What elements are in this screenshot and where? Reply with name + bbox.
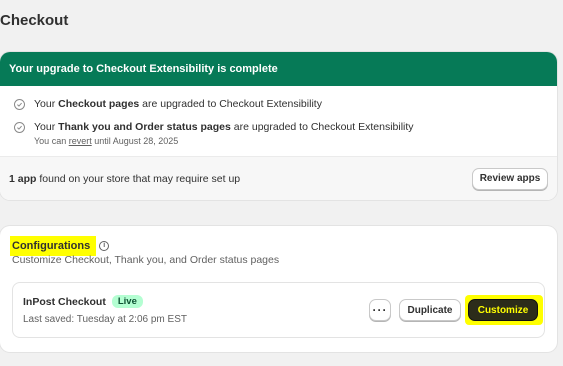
checkout-configuration-item: InPost Checkout Live Last saved: Tuesday…	[12, 282, 545, 338]
upgrade-item-text: Your Thank you and Order status pages ar…	[34, 121, 414, 133]
revert-note: You can revert until August 28, 2025	[34, 136, 179, 146]
customize-highlight: Customize	[465, 295, 543, 325]
more-actions-button[interactable]: ···	[369, 299, 391, 321]
info-icon[interactable]: i	[99, 241, 110, 251]
revert-link[interactable]: revert	[69, 136, 92, 146]
check-circle-icon	[14, 122, 25, 133]
check-circle-icon	[14, 99, 25, 110]
page-title: Checkout	[0, 12, 69, 29]
status-badge: Live	[111, 295, 143, 308]
configurations-heading: Configurations i	[10, 236, 110, 256]
configurations-title: Configurations	[10, 236, 97, 256]
upgrade-item-thank-you: Your Thank you and Order status pages ar…	[14, 121, 414, 146]
apps-notice-text: 1 app found on your store that may requi…	[9, 172, 241, 185]
last-saved-text: Last saved: Tuesday at 2:06 pm EST	[23, 314, 187, 325]
review-apps-button[interactable]: Review apps	[472, 167, 548, 190]
checkout-name: InPost Checkout	[23, 295, 106, 308]
upgrade-item-text: Your Checkout pages are upgraded to Chec…	[34, 98, 322, 110]
configurations-card: Configurations i Customize Checkout, Tha…	[0, 226, 557, 352]
configurations-description: Customize Checkout, Thank you, and Order…	[12, 254, 280, 266]
apps-notice-row: 1 app found on your store that may requi…	[0, 156, 557, 200]
customize-button[interactable]: Customize	[468, 299, 538, 321]
upgrade-item-checkout: Your Checkout pages are upgraded to Chec…	[14, 98, 322, 110]
upgrade-status-card: Your upgrade to Checkout Extensibility i…	[0, 52, 557, 200]
checkout-name-row: InPost Checkout Live	[23, 295, 143, 308]
duplicate-button[interactable]: Duplicate	[399, 299, 461, 321]
upgrade-complete-banner: Your upgrade to Checkout Extensibility i…	[0, 52, 557, 86]
